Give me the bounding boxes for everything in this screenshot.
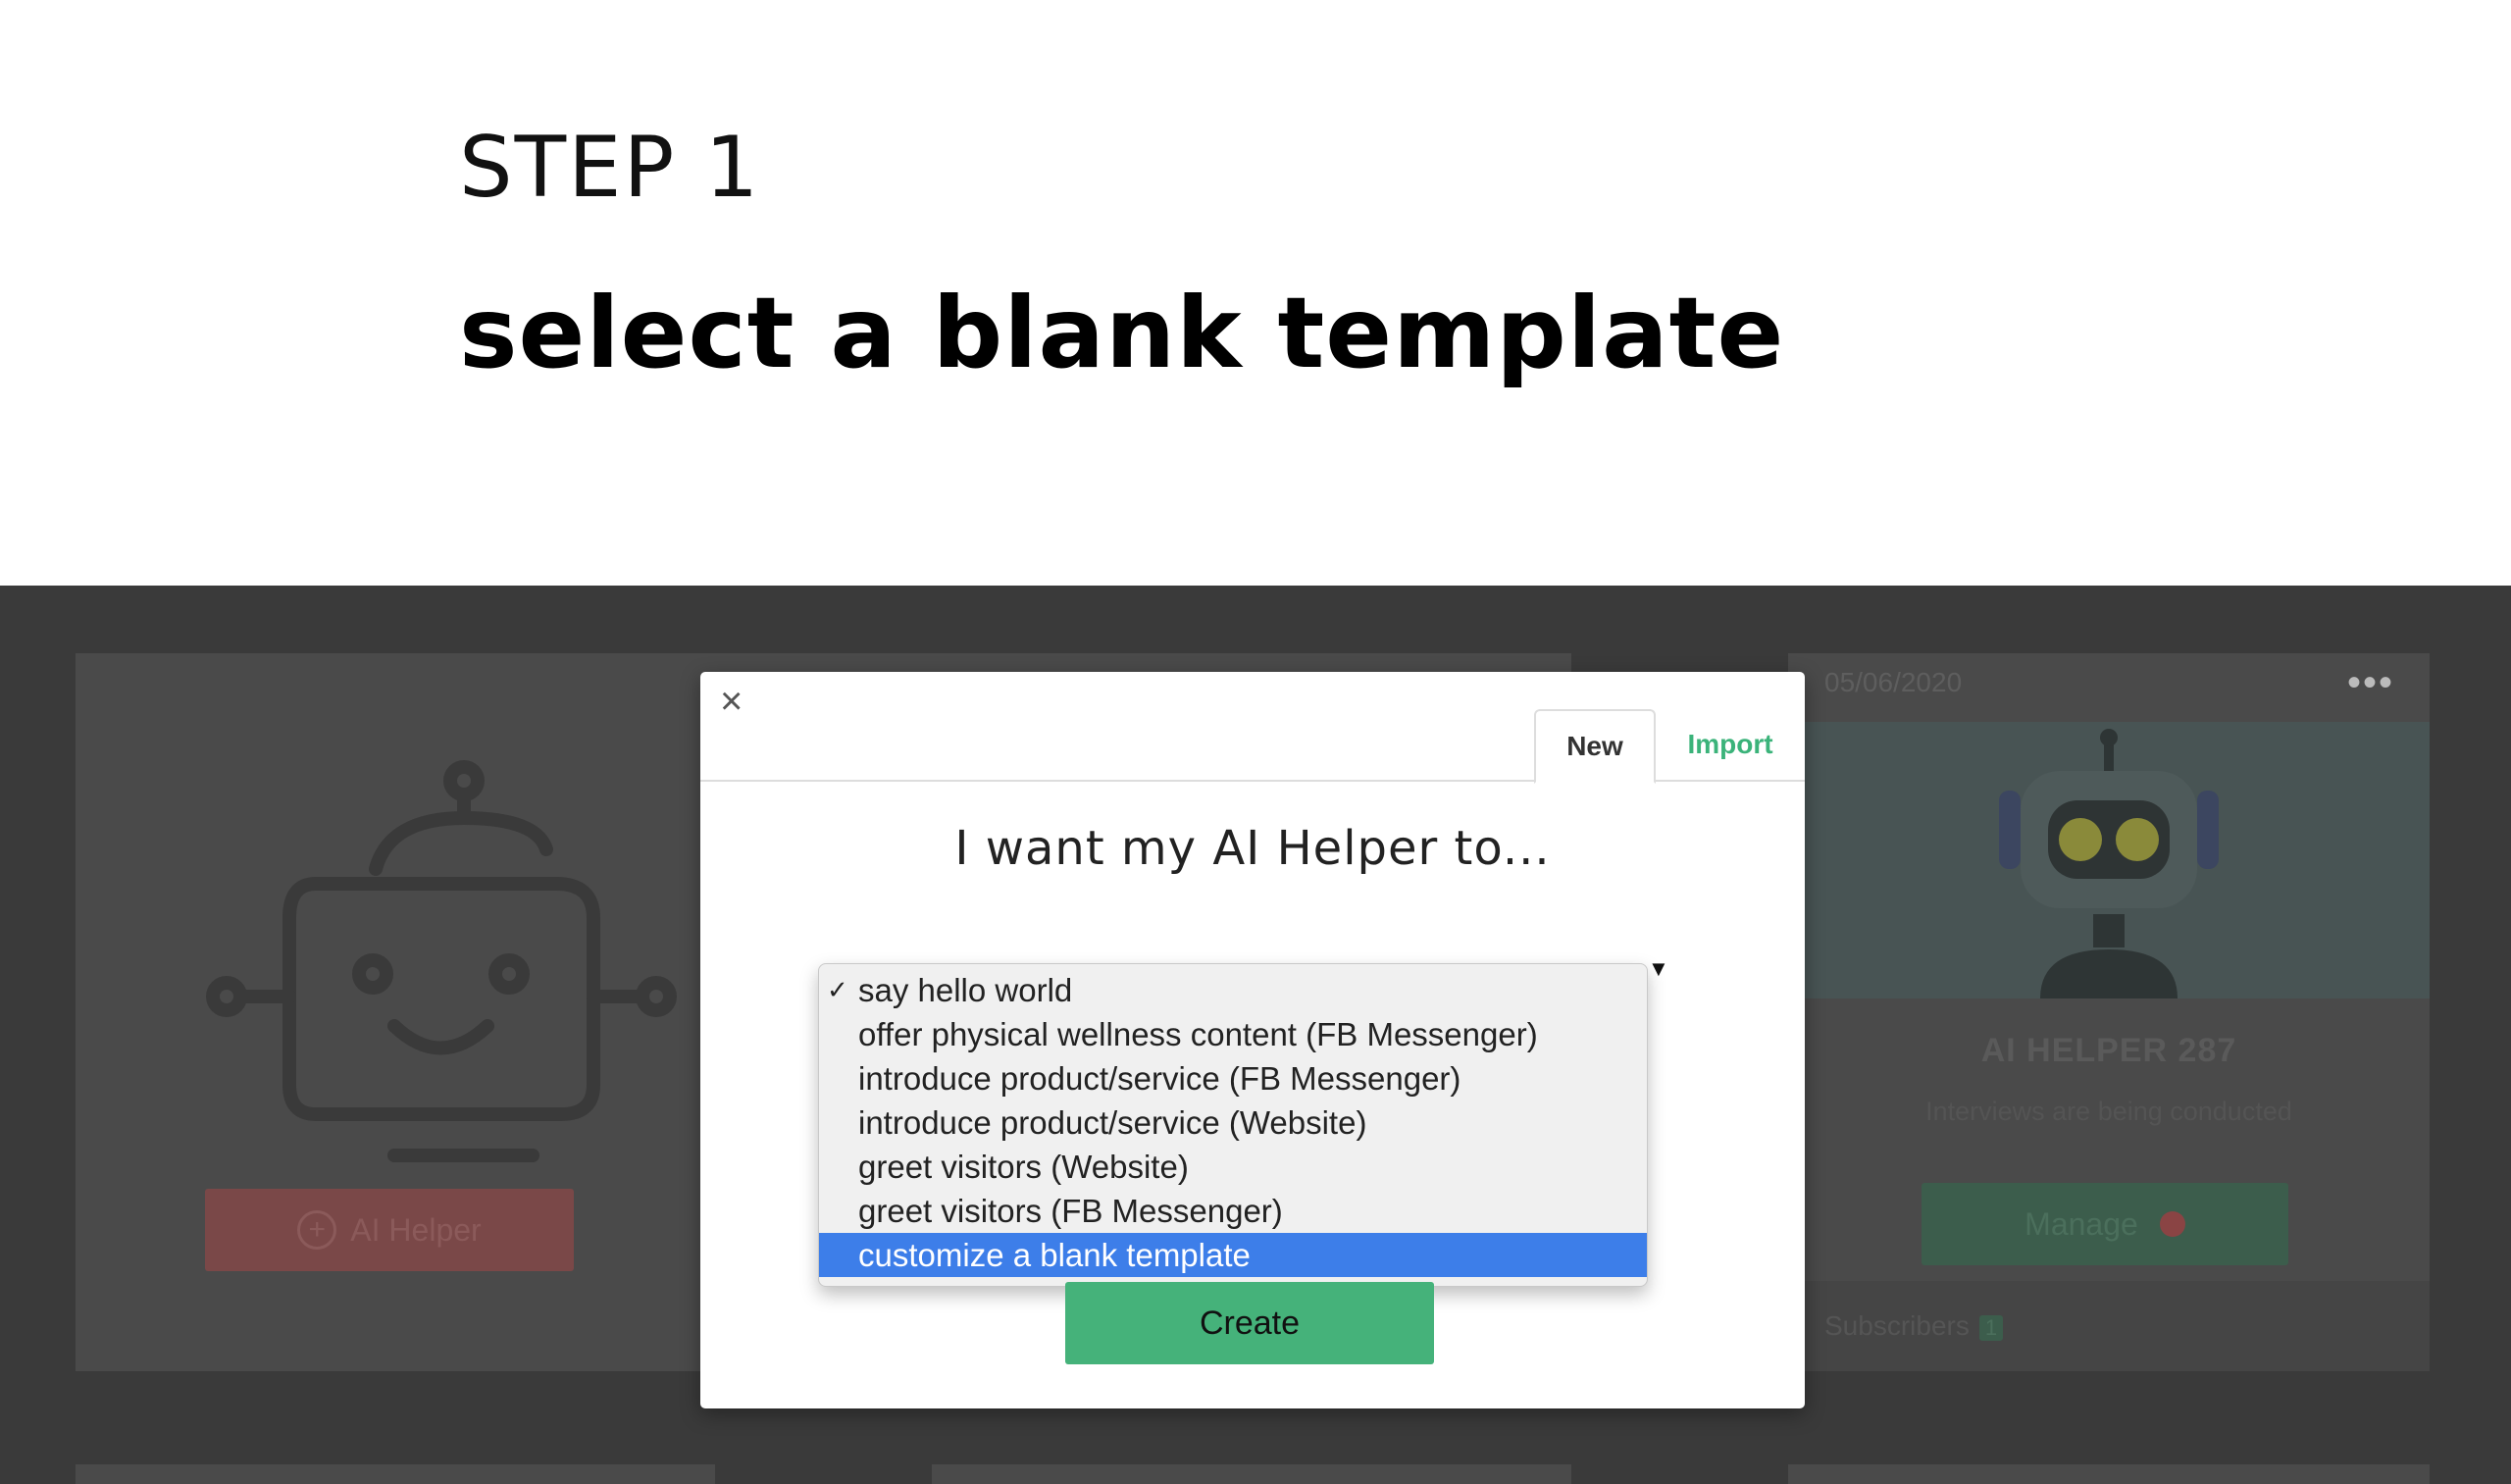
check-icon: ✓ — [827, 975, 848, 1004]
plus-circle-icon: + — [297, 1210, 337, 1250]
subscribers-info: Subscribers 1 — [1824, 1310, 2004, 1342]
card-date: 05/06/2020 — [1824, 667, 1963, 697]
ai-helper-status: Interviews are being conducted — [1925, 1097, 2292, 1126]
robot-outline-icon — [206, 760, 677, 1162]
card-footer: Subscribers 1 — [1788, 1281, 2430, 1371]
option-label: greet visitors (FB Messenger) — [858, 1193, 1283, 1229]
option-label: offer physical wellness content (FB Mess… — [858, 1016, 1538, 1052]
manage-label: Manage — [2024, 1205, 2138, 1242]
add-ai-helper-button[interactable]: + AI Helper — [205, 1189, 574, 1271]
option-greet-visitors-website[interactable]: greet visitors (Website) — [819, 1145, 1647, 1189]
option-label: introduce product/service (Website) — [858, 1104, 1367, 1141]
subscribers-label: Subscribers — [1824, 1310, 1970, 1341]
option-label: introduce product/service (FB Messenger) — [858, 1060, 1461, 1097]
robot-avatar-icon — [1999, 729, 2219, 998]
option-customize-blank-template[interactable]: customize a blank template — [819, 1233, 1647, 1277]
manage-button[interactable]: Manage — [1922, 1183, 2288, 1265]
select-arrow-icon[interactable]: ▼ — [1648, 956, 1669, 982]
step-label: STEP 1 — [459, 119, 761, 217]
option-introduce-product-website[interactable]: introduce product/service (Website) — [819, 1100, 1647, 1145]
card-row-2-right — [1788, 1464, 2430, 1484]
option-label: customize a blank template — [858, 1237, 1251, 1273]
option-physical-wellness[interactable]: offer physical wellness content (FB Mess… — [819, 1012, 1647, 1056]
tab-new[interactable]: New — [1534, 709, 1656, 784]
option-label: say hello world — [858, 972, 1073, 1008]
ai-helper-name: AI HELPER 287 — [1980, 1032, 2237, 1069]
option-say-hello-world[interactable]: ✓ say hello world — [819, 968, 1647, 1012]
ai-helper-card: 05/06/2020 ••• AI HELPER 287 Interviews … — [1788, 653, 2430, 1371]
card-hero — [1788, 722, 2430, 998]
subscribers-count-badge: 1 — [1978, 1315, 2004, 1341]
template-dropdown-list[interactable]: ✓ say hello world offer physical wellnes… — [818, 963, 1648, 1287]
notification-dot — [2159, 1211, 2185, 1237]
add-ai-helper-label: AI Helper — [350, 1211, 482, 1248]
dialog-heading: I want my AI Helper to... — [954, 821, 1551, 876]
create-button[interactable]: Create — [1065, 1282, 1434, 1364]
tab-import[interactable]: Import — [1666, 709, 1794, 780]
option-introduce-product-fb[interactable]: introduce product/service (FB Messenger) — [819, 1056, 1647, 1100]
option-label: greet visitors (Website) — [858, 1149, 1189, 1185]
tutorial-header: STEP 1 select a blank template — [0, 0, 2511, 586]
step-title: select a blank template — [459, 276, 1785, 390]
create-ai-helper-dialog: × New Import I want my AI Helper to... ▼… — [700, 672, 1805, 1408]
card-row-2-left — [76, 1464, 715, 1484]
more-options-icon[interactable]: ••• — [2347, 661, 2394, 705]
card-row-2-middle — [932, 1464, 1571, 1484]
option-greet-visitors-fb[interactable]: greet visitors (FB Messenger) — [819, 1189, 1647, 1233]
close-icon[interactable]: × — [720, 680, 743, 724]
